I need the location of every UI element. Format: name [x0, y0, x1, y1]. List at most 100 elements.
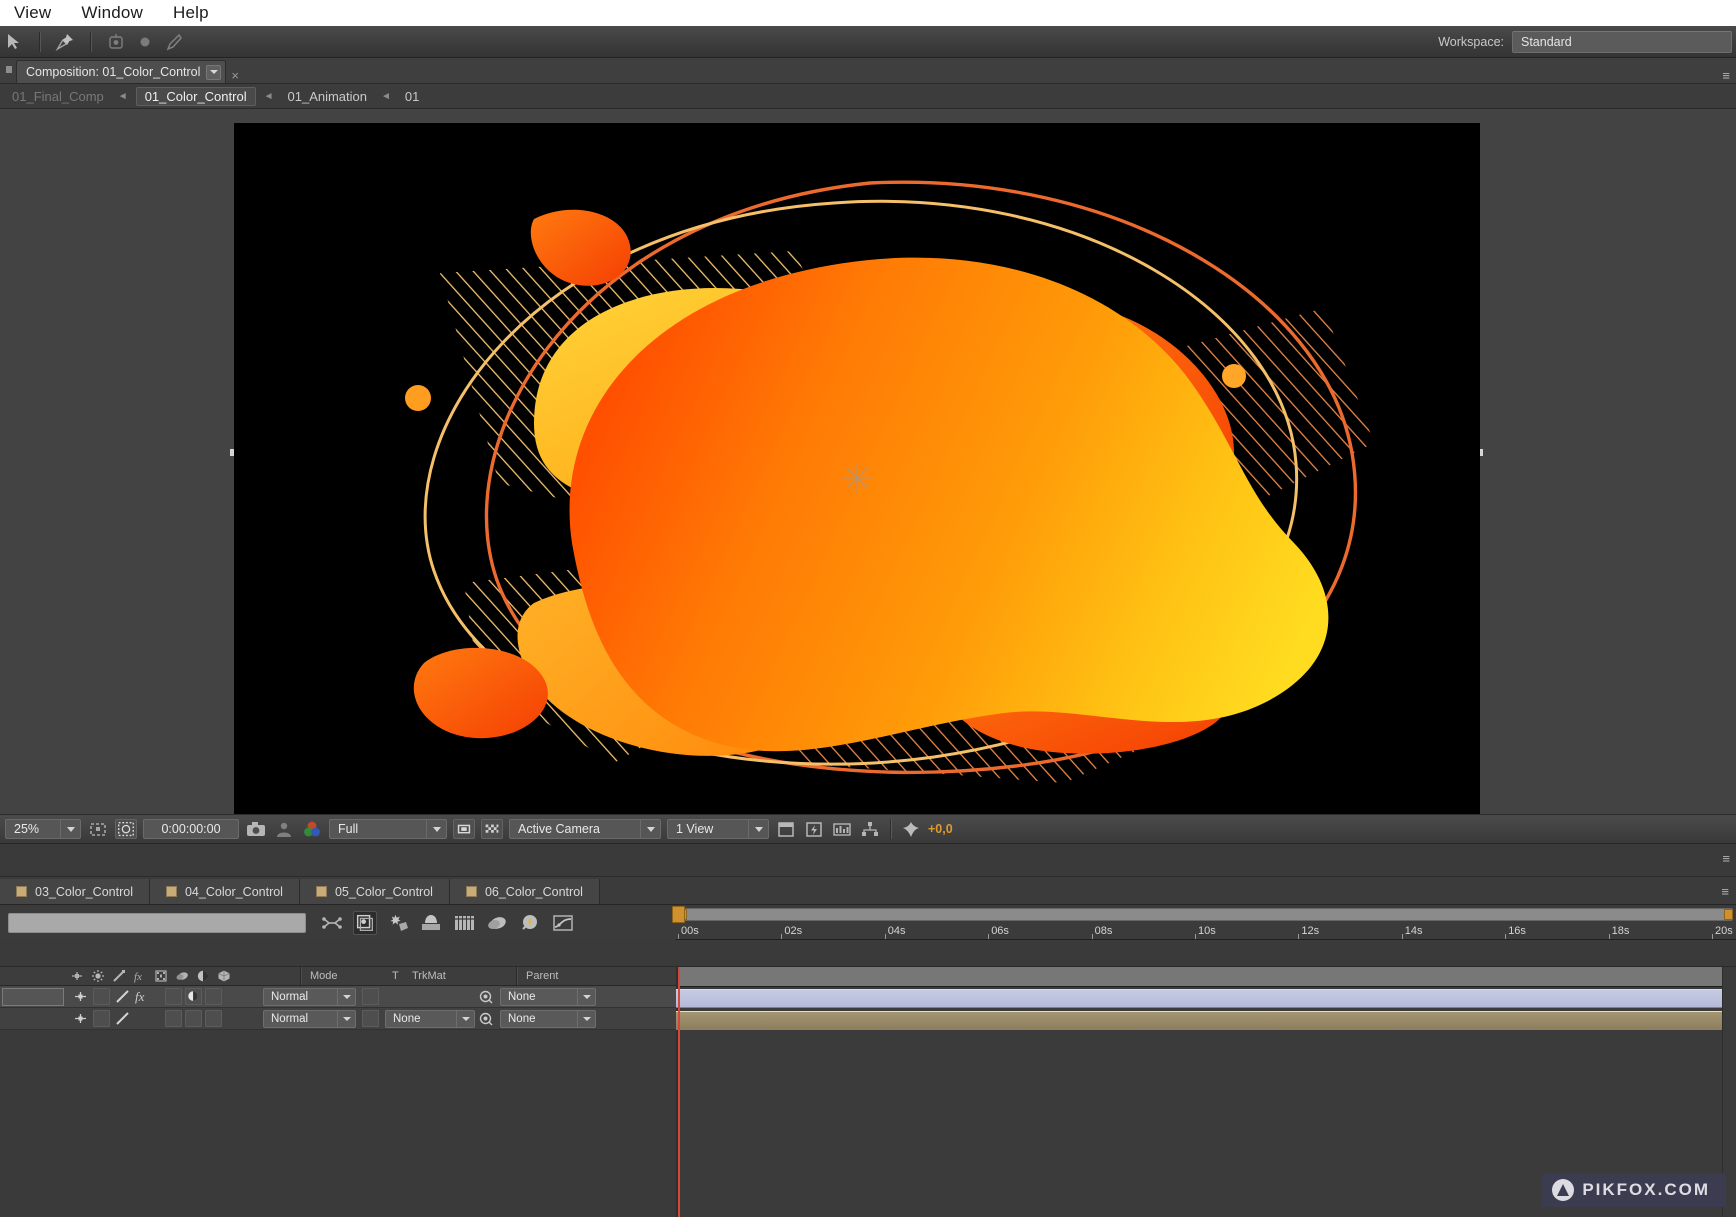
search-input[interactable] — [8, 912, 306, 933]
composition-flowchart-icon[interactable] — [831, 819, 853, 840]
exposure-value[interactable]: +0,0 — [928, 822, 953, 836]
exposure-icon[interactable] — [900, 819, 922, 840]
show-snapshot-icon[interactable] — [273, 819, 295, 840]
layer-bar-1[interactable] — [676, 989, 1734, 1008]
menu-item-view[interactable]: View — [14, 3, 51, 23]
preserve-transparency-toggle[interactable] — [362, 988, 379, 1005]
panel-menu-icon-2[interactable]: ≡ — [1722, 851, 1730, 866]
breadcrumb-item-final-comp[interactable]: 01_Final_Comp — [6, 88, 110, 105]
mode-select[interactable]: Normal — [263, 1009, 356, 1028]
comp-swatch-icon — [315, 886, 327, 897]
toggle-mask-icon[interactable] — [115, 819, 137, 839]
hide-shy-layers-icon[interactable] — [386, 911, 410, 935]
solo-toggle[interactable] — [93, 1010, 110, 1027]
composition-panel-tabbar: Composition: 01_Color_Control × ≡ — [0, 58, 1736, 84]
chevron-down-icon[interactable] — [577, 988, 595, 1005]
breadcrumb-item-color-control[interactable]: 01_Color_Control — [135, 86, 256, 106]
adjustment-icon[interactable] — [114, 988, 131, 1005]
enable-motion-blur-icon[interactable] — [452, 911, 476, 935]
zoom-select[interactable]: 25% — [5, 819, 81, 839]
tab-composition[interactable]: Composition: 01_Color_Control — [16, 60, 227, 83]
anchor-point-icon[interactable] — [72, 1010, 89, 1027]
close-icon[interactable]: × — [231, 68, 239, 83]
workspace-select[interactable]: Standard — [1512, 30, 1732, 53]
brainstorm-icon[interactable] — [485, 911, 509, 935]
tab-06-color-control[interactable]: 06_Color_Control — [449, 879, 600, 904]
playhead-handle[interactable] — [672, 906, 685, 923]
renderer-icon[interactable] — [859, 819, 881, 840]
solo-toggle[interactable] — [93, 988, 110, 1005]
chevron-down-icon[interactable] — [426, 820, 446, 838]
parent-pickwhip-icon[interactable] — [477, 1010, 494, 1027]
panel-grip-icon[interactable] — [0, 57, 16, 83]
tab-04-color-control[interactable]: 04_Color_Control — [149, 879, 300, 904]
chevron-down-icon[interactable] — [456, 1010, 474, 1027]
breadcrumb-item-01[interactable]: 01 — [399, 88, 425, 105]
auto-keyframe-icon[interactable] — [518, 911, 542, 935]
preserve-transparency-toggle[interactable] — [362, 1010, 379, 1027]
resolution-select[interactable]: Full — [329, 819, 447, 839]
parent-select[interactable]: None — [500, 1009, 596, 1028]
composition-mini-flowchart-icon[interactable] — [320, 911, 344, 935]
fx-icon[interactable]: fx — [134, 988, 151, 1005]
parent-pickwhip-icon[interactable] — [477, 988, 494, 1005]
three-d-toggle[interactable] — [205, 988, 222, 1005]
trkmat-select[interactable]: None — [385, 1009, 475, 1028]
views-select[interactable]: 1 View — [667, 819, 769, 839]
transparency-grid-icon[interactable] — [453, 819, 475, 839]
timeline-panel-menu-icon[interactable]: ≡ — [1721, 884, 1736, 904]
menu-item-window[interactable]: Window — [81, 3, 143, 23]
chevron-down-icon[interactable] — [337, 1010, 355, 1027]
panel-menu-icon[interactable]: ≡ — [1722, 68, 1736, 83]
motion-blur-toggle[interactable] — [185, 988, 202, 1005]
breadcrumb-item-animation[interactable]: 01_Animation — [282, 88, 374, 105]
layer-name-cell[interactable] — [2, 987, 64, 1006]
menu-item-help[interactable]: Help — [173, 3, 209, 23]
breadcrumb-separator-icon-2: ◄ — [263, 90, 274, 102]
composition-viewer[interactable] — [0, 109, 1736, 830]
timeline-icon[interactable] — [775, 819, 797, 840]
parent-select[interactable]: None — [500, 987, 596, 1006]
region-of-interest-icon[interactable] — [87, 819, 109, 840]
chevron-down-icon[interactable] — [60, 820, 80, 838]
timeline-ruler-pane[interactable]: 00s 02s 04s 06s 08s 10s 12s 14s 16s 18s 20s — [676, 905, 1736, 940]
camera-select[interactable]: Active Camera — [509, 819, 661, 839]
three-d-toggle[interactable] — [205, 1010, 222, 1027]
timeline-scrollbar[interactable] — [678, 908, 1733, 921]
scrollbar-handle-right[interactable] — [1724, 909, 1733, 920]
motion-blur-toggle[interactable] — [185, 1010, 202, 1027]
roto-brush-icon[interactable] — [164, 32, 184, 52]
tab-03-color-control[interactable]: 03_Color_Control — [0, 879, 150, 904]
chevron-down-icon[interactable] — [337, 988, 355, 1005]
layer-bar-2[interactable] — [676, 1011, 1734, 1030]
chevron-down-icon[interactable] — [206, 64, 222, 80]
timeline-ruler[interactable]: 00s 02s 04s 06s 08s 10s 12s 14s 16s 18s 20s — [676, 924, 1736, 940]
brush-dot-icon[interactable] — [135, 32, 155, 52]
mode-select[interactable]: Normal — [263, 987, 356, 1006]
selection-tool-icon[interactable] — [4, 32, 24, 52]
enable-frame-blending-icon[interactable] — [419, 911, 443, 935]
checkerboard-icon[interactable] — [481, 819, 503, 839]
snapshot-camera-icon[interactable] — [245, 819, 267, 840]
table-row[interactable]: fx Normal None — [0, 986, 676, 1008]
fx-placeholder-icon — [134, 1010, 151, 1027]
chevron-down-icon[interactable] — [748, 820, 768, 838]
composition-canvas[interactable] — [234, 123, 1480, 830]
puppet-tool-icon[interactable] — [106, 32, 126, 52]
pin-tool-icon[interactable] — [55, 32, 75, 52]
channels-rgb-icon[interactable] — [301, 819, 323, 840]
fast-preview-icon[interactable] — [803, 819, 825, 840]
chevron-down-icon[interactable] — [640, 820, 660, 838]
tab-05-color-control[interactable]: 05_Color_Control — [299, 879, 450, 904]
anchor-point-icon[interactable] — [72, 988, 89, 1005]
playhead[interactable] — [672, 906, 685, 1217]
graph-editor-icon[interactable] — [551, 911, 575, 935]
chevron-down-icon[interactable] — [577, 1010, 595, 1027]
table-row[interactable]: Normal None None — [0, 1008, 676, 1030]
frame-blend-toggle[interactable] — [165, 1010, 182, 1027]
draft-3d-icon[interactable] — [353, 910, 377, 935]
timeline-tools — [320, 910, 575, 935]
adjustment-icon[interactable] — [114, 1010, 131, 1027]
frame-blend-toggle[interactable] — [165, 988, 182, 1005]
timecode-field[interactable]: 0:00:00:00 — [143, 819, 239, 839]
